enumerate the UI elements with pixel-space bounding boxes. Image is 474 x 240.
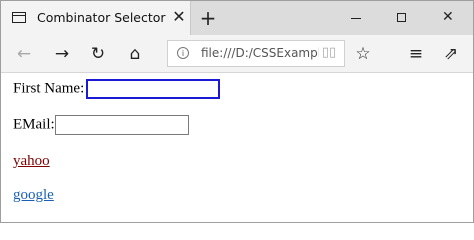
refresh-icon[interactable]: ↻ xyxy=(87,43,109,65)
page-content: First Name: EMail: yahoo google xyxy=(1,73,473,222)
tab-title: Combinator Selector xyxy=(37,10,166,25)
page-icon xyxy=(12,12,26,23)
close-icon: ✕ xyxy=(442,9,454,25)
new-tab-icon[interactable]: + xyxy=(197,7,219,29)
forward-arrow-icon[interactable]: → xyxy=(51,43,73,65)
google-link-row: google xyxy=(13,187,54,204)
maximize-button[interactable] xyxy=(379,1,425,35)
navigation-toolbar: ← → ↻ ⌂ i file:///D:/CSSExample ▯▯ ☆ ≡ ⇗ xyxy=(1,35,473,73)
favorites-list-icon[interactable]: ≡ xyxy=(405,43,427,65)
minimize-button[interactable] xyxy=(333,1,379,35)
google-link[interactable]: google xyxy=(13,187,54,203)
email-label: EMail: xyxy=(13,116,55,133)
back-arrow-icon[interactable]: ← xyxy=(13,43,35,65)
email-input[interactable] xyxy=(54,115,189,135)
home-icon[interactable]: ⌂ xyxy=(124,43,146,65)
address-bar[interactable]: i file:///D:/CSSExample ▯▯ xyxy=(167,40,345,67)
browser-window: Combinator Selector ✕ + ✕ ← → ↻ ⌂ i file… xyxy=(0,0,474,223)
close-window-button[interactable]: ✕ xyxy=(425,1,471,35)
first-name-row: First Name: xyxy=(13,79,221,99)
tab-close-icon[interactable]: ✕ xyxy=(169,7,189,27)
first-name-input[interactable] xyxy=(86,79,221,99)
info-icon[interactable]: i xyxy=(177,47,189,59)
browser-tab[interactable]: Combinator Selector ✕ xyxy=(1,1,191,35)
favorite-star-icon[interactable]: ☆ xyxy=(352,43,374,65)
share-icon[interactable]: ⇗ xyxy=(440,43,462,65)
address-url[interactable]: file:///D:/CSSExample xyxy=(201,46,319,60)
title-bar: Combinator Selector ✕ + ✕ xyxy=(1,1,473,35)
reading-view-icon[interactable]: ▯▯ xyxy=(321,46,337,60)
yahoo-link[interactable]: yahoo xyxy=(13,153,50,169)
email-row: EMail: xyxy=(13,115,189,135)
first-name-label: First Name: xyxy=(13,80,85,97)
yahoo-link-row: yahoo xyxy=(13,153,50,170)
